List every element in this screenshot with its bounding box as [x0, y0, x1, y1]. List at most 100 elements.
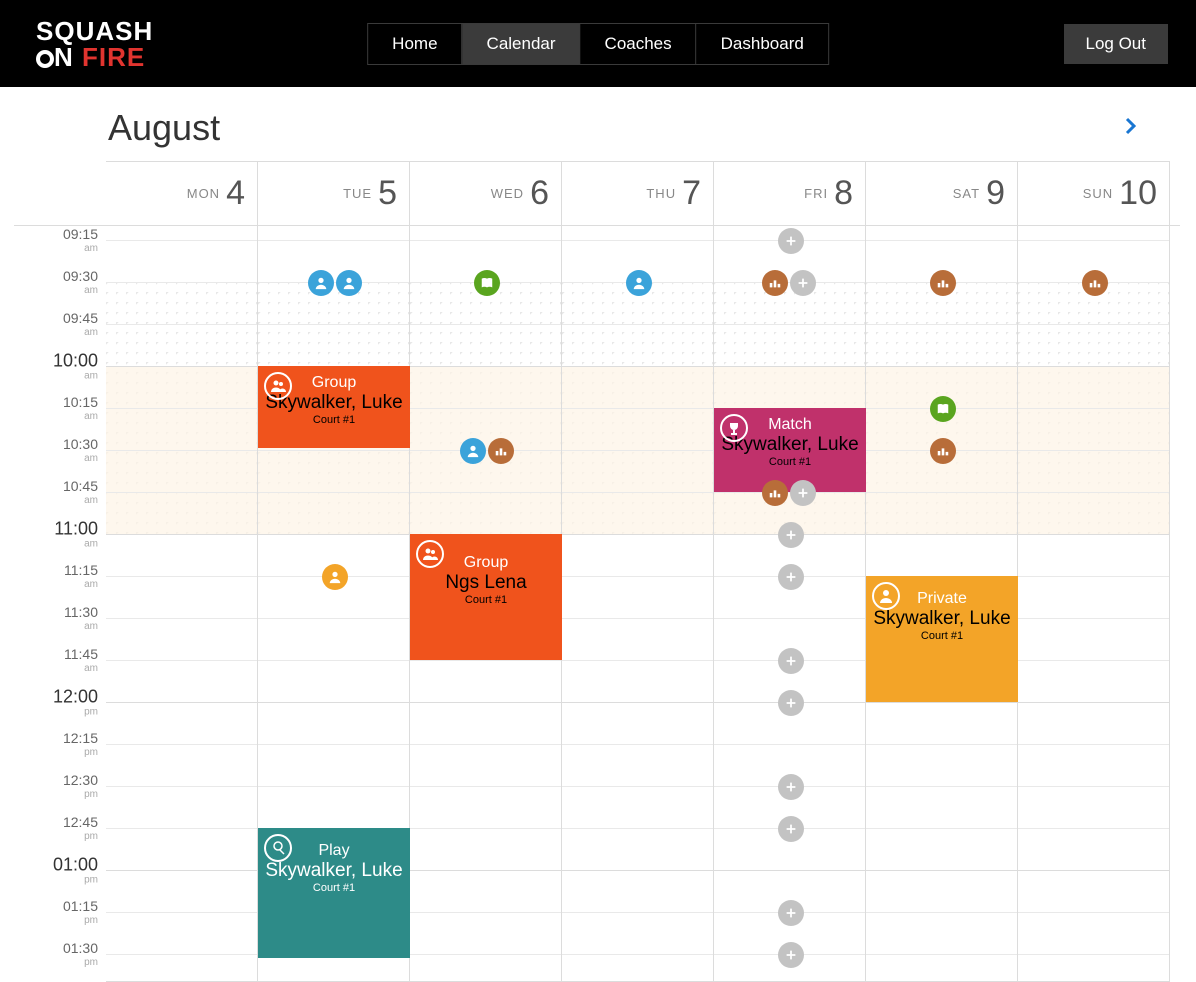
- event-group-tue[interactable]: Group Skywalker, Luke Court #1: [258, 366, 410, 448]
- day-header-sun[interactable]: SUN10: [1018, 161, 1170, 225]
- bars-dot[interactable]: [488, 438, 514, 464]
- time-label: 12:15pm: [63, 730, 98, 758]
- plus-icon: [784, 948, 798, 962]
- time-label: 01:00pm: [53, 855, 98, 886]
- gridline: [866, 954, 1017, 955]
- next-week-button[interactable]: [1124, 117, 1138, 135]
- person-dot[interactable]: [460, 438, 486, 464]
- trophy-icon: [720, 414, 748, 442]
- bars-icon: [1088, 276, 1102, 290]
- gridline: [562, 240, 713, 241]
- gridline: [258, 744, 409, 745]
- time-label: 10:30am: [63, 436, 98, 464]
- gridline: [410, 408, 561, 409]
- gridline: [410, 870, 561, 871]
- gridline: [410, 366, 561, 367]
- day-header-mon[interactable]: MON4: [106, 161, 258, 225]
- day-header-sat[interactable]: SAT9: [866, 161, 1018, 225]
- gridline: [1018, 534, 1169, 535]
- calendar: MON4 TUE5 WED6 THU7 FRI8 SAT9 SUN10 09:1…: [14, 161, 1180, 982]
- day-col-mon[interactable]: [106, 226, 258, 982]
- logout-button[interactable]: Log Out: [1064, 24, 1169, 64]
- person-dot[interactable]: [336, 270, 362, 296]
- book-dot[interactable]: [930, 396, 956, 422]
- event-court: Court #1: [258, 414, 410, 426]
- gridline: [562, 660, 713, 661]
- gridline: [1018, 954, 1169, 955]
- gridline: [106, 954, 257, 955]
- gridline: [866, 534, 1017, 535]
- person-dot[interactable]: [308, 270, 334, 296]
- bars-dot[interactable]: [1082, 270, 1108, 296]
- gridline: [410, 828, 561, 829]
- add-slot-dot[interactable]: [778, 900, 804, 926]
- day-col-sun[interactable]: [1018, 226, 1170, 982]
- gridline: [106, 324, 257, 325]
- gridline: [410, 702, 561, 703]
- gridline: [1018, 912, 1169, 913]
- event-private-sat[interactable]: Private Skywalker, Luke Court #1: [866, 576, 1018, 702]
- day-header-fri[interactable]: FRI8: [714, 161, 866, 225]
- bars-icon: [936, 276, 950, 290]
- time-label: 10:00am: [53, 351, 98, 382]
- main-nav: Home Calendar Coaches Dashboard: [367, 23, 829, 65]
- add-slot-dot[interactable]: [790, 270, 816, 296]
- nav-calendar[interactable]: Calendar: [463, 24, 581, 64]
- time-label: 10:45am: [63, 478, 98, 506]
- nav-home[interactable]: Home: [368, 24, 462, 64]
- plus-icon: [784, 528, 798, 542]
- month-title: August: [108, 107, 220, 149]
- add-slot-dot[interactable]: [778, 648, 804, 674]
- book-dot[interactable]: [474, 270, 500, 296]
- gridline: [258, 450, 409, 451]
- plus-icon: [784, 654, 798, 668]
- time-label: 09:30am: [63, 268, 98, 296]
- bars-dot[interactable]: [762, 270, 788, 296]
- time-label: 12:45pm: [63, 814, 98, 842]
- event-court: Court #1: [866, 630, 1018, 642]
- time-label: 11:00am: [54, 519, 98, 550]
- nav-coaches[interactable]: Coaches: [581, 24, 697, 64]
- bars-dot[interactable]: [930, 270, 956, 296]
- day-col-fri[interactable]: [714, 226, 866, 982]
- bars-dot[interactable]: [930, 438, 956, 464]
- day-header-tue[interactable]: TUE5: [258, 161, 410, 225]
- gridline: [562, 576, 713, 577]
- logo-o-icon: [36, 50, 54, 68]
- event-group-wed[interactable]: Group Ngs Lena Court #1: [410, 534, 562, 660]
- gridline: [106, 618, 257, 619]
- add-slot-dot[interactable]: [778, 816, 804, 842]
- gridline: [562, 324, 713, 325]
- add-slot-dot[interactable]: [778, 522, 804, 548]
- gridline: [1018, 240, 1169, 241]
- plus-icon: [784, 570, 798, 584]
- event-match-fri[interactable]: Match Skywalker, Luke Court #1: [714, 408, 866, 492]
- gridline: [714, 618, 865, 619]
- gridline: [562, 786, 713, 787]
- add-slot-dot[interactable]: [778, 690, 804, 716]
- person-dot[interactable]: [626, 270, 652, 296]
- time-label: 09:15am: [63, 226, 98, 254]
- day-header-wed[interactable]: WED6: [410, 161, 562, 225]
- racket-icon: [264, 834, 292, 862]
- add-slot-dot[interactable]: [778, 942, 804, 968]
- event-court: Court #1: [258, 882, 410, 894]
- gridline: [562, 450, 713, 451]
- plus-icon: [784, 906, 798, 920]
- bars-dot[interactable]: [762, 480, 788, 506]
- event-play-tue[interactable]: Play Skywalker, Luke Court #1: [258, 828, 410, 958]
- add-slot-dot[interactable]: [778, 564, 804, 590]
- person-icon: [314, 276, 328, 290]
- gridline: [562, 534, 713, 535]
- add-slot-dot[interactable]: [778, 774, 804, 800]
- add-slot-dot[interactable]: [790, 480, 816, 506]
- gridline: [1018, 576, 1169, 577]
- day-col-thu[interactable]: [562, 226, 714, 982]
- nav-dashboard[interactable]: Dashboard: [697, 24, 828, 64]
- gridline: [106, 450, 257, 451]
- gridline: [866, 744, 1017, 745]
- person-dot[interactable]: [322, 564, 348, 590]
- add-slot-dot[interactable]: [778, 228, 804, 254]
- gridline: [106, 870, 257, 871]
- day-header-thu[interactable]: THU7: [562, 161, 714, 225]
